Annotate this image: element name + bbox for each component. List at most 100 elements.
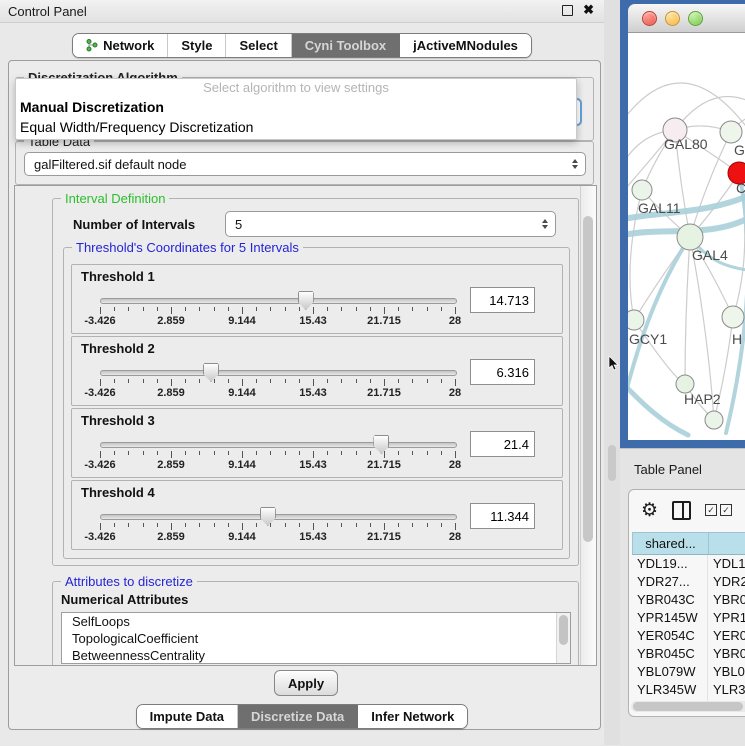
tick-label: 15.43 xyxy=(299,315,327,327)
zoom-traffic-light[interactable] xyxy=(688,11,703,26)
threshold-2-panel: Threshold 2-3.4262.8599.14415.4321.71528 xyxy=(71,336,563,406)
table-cell[interactable]: YLR345W xyxy=(632,681,708,699)
threshold-label: Threshold 1 xyxy=(81,269,155,284)
threshold-label: Threshold 2 xyxy=(81,341,155,356)
checkbox-icon[interactable]: ✓ xyxy=(720,504,732,516)
tab-cyni-toolbox[interactable]: Cyni Toolbox xyxy=(292,34,400,57)
table-cell[interactable]: YDL19... xyxy=(632,555,708,573)
threshold-4-slider-track[interactable] xyxy=(100,514,457,520)
network-canvas[interactable]: GAL80GACGAL11GAL4GCY1HHAP2 xyxy=(628,33,745,440)
table-row[interactable]: YBR043CYBR0 xyxy=(632,591,745,609)
tab-select[interactable]: Select xyxy=(226,34,291,57)
table-row[interactable]: YER054CYER0 xyxy=(632,627,745,645)
table-row[interactable]: YBR045CYBR0 xyxy=(632,645,745,663)
combo-stepper-icon xyxy=(542,219,548,229)
threshold-3-slider-track[interactable] xyxy=(100,442,457,448)
tick-label: -3.426 xyxy=(84,531,115,543)
settings-vertical-scrollbar[interactable] xyxy=(580,186,596,665)
table-horizontal-scrollbar[interactable] xyxy=(631,701,745,712)
panel-title: Control Panel xyxy=(0,4,87,19)
table-cell[interactable]: YER0 xyxy=(708,627,745,645)
table-cell[interactable]: YBL079W xyxy=(632,663,708,681)
tick-label: 15.43 xyxy=(299,531,327,543)
table-row[interactable]: YDL19...YDL1 xyxy=(632,555,745,573)
slider-tick-labels: -3.4262.8599.14415.4321.71528 xyxy=(100,315,455,327)
gear-icon[interactable]: ⚙ xyxy=(641,501,658,520)
node-table: shared...n YDL19...YDL1YDR27...YDR2YBR04… xyxy=(632,532,745,704)
table-row[interactable]: YPR145WYPR1 xyxy=(632,609,745,627)
attribute-item-1[interactable]: SelfLoops xyxy=(62,613,570,630)
tab-label: Cyni Toolbox xyxy=(305,38,386,53)
table-cell[interactable]: YBR0 xyxy=(708,591,745,609)
scrollbar-thumb[interactable] xyxy=(583,216,593,542)
column-header-1[interactable]: shared... xyxy=(633,533,709,554)
table-cell[interactable]: YBR0 xyxy=(708,645,745,663)
node-label-gal4: GAL4 xyxy=(692,247,728,263)
close-icon[interactable]: ✖ xyxy=(583,4,594,16)
node-ga-partial[interactable] xyxy=(720,121,742,143)
table-data-combobox[interactable]: galFiltered.sif default node xyxy=(24,152,586,176)
attributes-scrollbar[interactable] xyxy=(556,613,570,663)
node-h-partial[interactable] xyxy=(722,306,744,328)
table-cell[interactable]: YDR27... xyxy=(632,573,708,591)
tab-jactivemnodules[interactable]: jActiveMNodules xyxy=(400,34,531,57)
tab-label: jActiveMNodules xyxy=(413,38,518,53)
threshold-label: Threshold 3 xyxy=(81,413,155,428)
bottom-tab-impute-data[interactable]: Impute Data xyxy=(137,705,238,728)
table-cell[interactable]: YDR2 xyxy=(708,573,745,591)
bottom-tab-discretize-data[interactable]: Discretize Data xyxy=(238,705,358,728)
table-row[interactable]: YDR27...YDR2 xyxy=(632,573,745,591)
scrollbar-thumb[interactable] xyxy=(633,702,743,711)
threshold-2-value-field[interactable] xyxy=(470,359,535,385)
slider-ticks xyxy=(100,307,455,315)
tick-label: 9.144 xyxy=(228,459,256,471)
threshold-4-value-field[interactable] xyxy=(470,503,535,529)
node-bottom-partial[interactable] xyxy=(705,411,723,429)
network-edge xyxy=(685,237,690,384)
checkbox-icon[interactable]: ✓ xyxy=(705,504,717,516)
table-row[interactable]: YBL079WYBL0 xyxy=(632,663,745,681)
table-cell[interactable]: YLR3 xyxy=(708,681,745,699)
table-cell[interactable]: YBR043C xyxy=(632,591,708,609)
close-traffic-light[interactable] xyxy=(642,11,657,26)
node-gcy1[interactable] xyxy=(628,310,644,330)
table-cell[interactable]: YDL1 xyxy=(708,555,745,573)
threshold-2-slider-track[interactable] xyxy=(100,370,457,376)
algorithm-option-2[interactable]: Equal Width/Frequency Discretization xyxy=(16,117,576,137)
column-header-2[interactable]: n xyxy=(709,533,745,554)
numerical-attributes-heading: Numerical Attributes xyxy=(61,592,188,607)
table-cell[interactable]: YPR1 xyxy=(708,609,745,627)
numerical-attributes-list[interactable]: SelfLoopsTopologicalCoefficientBetweenne… xyxy=(61,612,571,664)
table-cell[interactable]: YPR145W xyxy=(632,609,708,627)
tick-label: 2.859 xyxy=(157,315,185,327)
bottom-tab-bar: Impute DataDiscretize DataInfer Network xyxy=(136,704,469,729)
node-gal11[interactable] xyxy=(632,180,652,200)
table-cell[interactable]: YBR045C xyxy=(632,645,708,663)
columns-icon[interactable] xyxy=(672,501,691,520)
table-cell[interactable]: YBL0 xyxy=(708,663,745,681)
table-row[interactable]: YLR345WYLR3 xyxy=(632,681,745,699)
interval-group-title: Interval Definition xyxy=(61,191,169,206)
attributes-group: Attributes to discretize Numerical Attri… xyxy=(52,581,579,666)
algorithm-dropdown-popup: Select algorithm to view settings Manual… xyxy=(15,78,577,140)
tab-style[interactable]: Style xyxy=(168,34,226,57)
threshold-1-value-field[interactable] xyxy=(470,287,535,313)
combo-stepper-icon xyxy=(572,159,578,169)
minimize-traffic-light[interactable] xyxy=(665,11,680,26)
tick-label: 9.144 xyxy=(228,315,256,327)
threshold-1-slider-track[interactable] xyxy=(100,298,457,304)
float-window-icon[interactable] xyxy=(562,5,573,16)
threshold-3-value-field[interactable] xyxy=(470,431,535,457)
divider-scrollbar-thumb[interactable] xyxy=(608,445,616,481)
apply-button[interactable]: Apply xyxy=(274,670,338,696)
algorithm-option-1[interactable]: Manual Discretization xyxy=(16,97,576,117)
node-label-gal11: GAL11 xyxy=(638,200,681,216)
panel-divider xyxy=(604,0,620,745)
bottom-tab-infer-network[interactable]: Infer Network xyxy=(358,705,467,728)
tab-network[interactable]: Network xyxy=(73,34,168,57)
num-intervals-combobox[interactable]: 5 xyxy=(225,211,556,237)
attribute-item-2[interactable]: TopologicalCoefficient xyxy=(62,630,570,647)
table-cell[interactable]: YER054C xyxy=(632,627,708,645)
thresholds-group-title: Threshold's Coordinates for 5 Intervals xyxy=(72,240,303,255)
attribute-item-3[interactable]: BetweennessCentrality xyxy=(62,647,570,664)
